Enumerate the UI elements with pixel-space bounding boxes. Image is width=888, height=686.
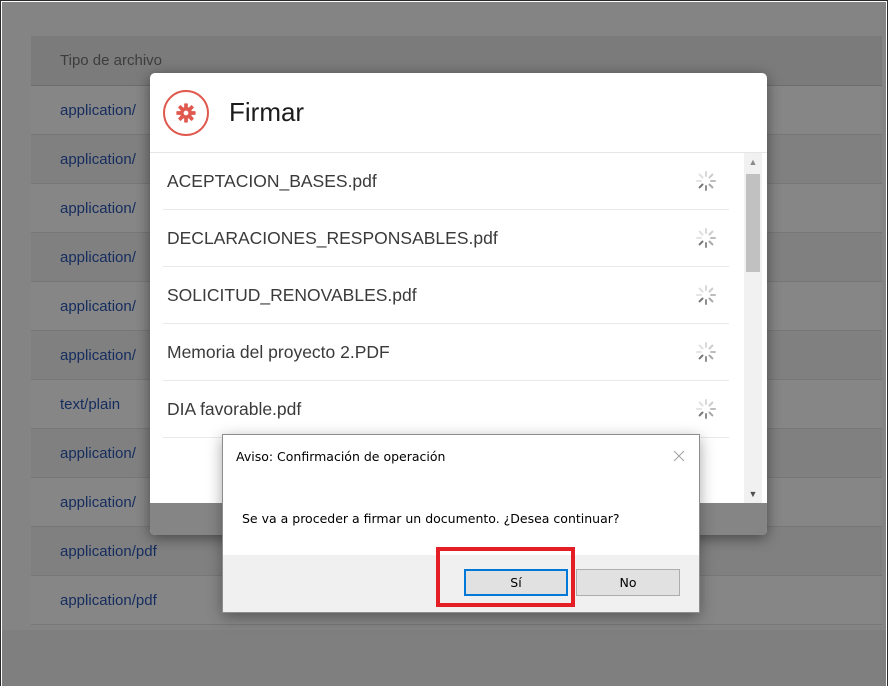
file-name: Memoria del proyecto 2.PDF — [167, 341, 390, 362]
close-icon[interactable] — [671, 448, 687, 464]
background-lower-area — [2, 630, 886, 686]
list-item: SOLICITUD_RENOVABLES.pdf — [163, 267, 729, 324]
spinner-icon — [696, 285, 716, 305]
dialog-title-bar: Aviso: Confirmación de operación — [223, 435, 699, 477]
list-item: DIA favorable.pdf — [163, 381, 729, 438]
no-button[interactable]: No — [576, 569, 680, 596]
file-name: ACEPTACION_BASES.pdf — [167, 170, 377, 191]
file-list-scrollbar[interactable]: ▲ ▼ — [744, 153, 762, 503]
dialog-message: Se va a proceder a firmar un documento. … — [242, 511, 620, 526]
spinner-icon — [696, 171, 716, 191]
list-item: DECLARACIONES_RESPONSABLES.pdf — [163, 210, 729, 267]
yes-button-highlight — [436, 547, 575, 607]
list-item: ACEPTACION_BASES.pdf — [163, 153, 729, 210]
spinner-icon — [696, 399, 716, 419]
scroll-down-arrow-icon[interactable]: ▼ — [744, 485, 762, 503]
scroll-up-arrow-icon[interactable]: ▲ — [744, 153, 762, 171]
spinner-icon — [696, 228, 716, 248]
list-item: Memoria del proyecto 2.PDF — [163, 324, 729, 381]
file-name: DIA favorable.pdf — [167, 398, 302, 419]
file-name: DECLARACIONES_RESPONSABLES.pdf — [167, 227, 498, 248]
scrollbar-thumb[interactable] — [746, 174, 760, 272]
dialog-title: Aviso: Confirmación de operación — [236, 448, 446, 464]
gear-icon — [163, 89, 209, 136]
modal-title: Firmar — [229, 97, 305, 127]
spinner-icon — [696, 342, 716, 362]
file-name: SOLICITUD_RENOVABLES.pdf — [167, 284, 417, 305]
modal-header: Firmar — [150, 73, 767, 153]
